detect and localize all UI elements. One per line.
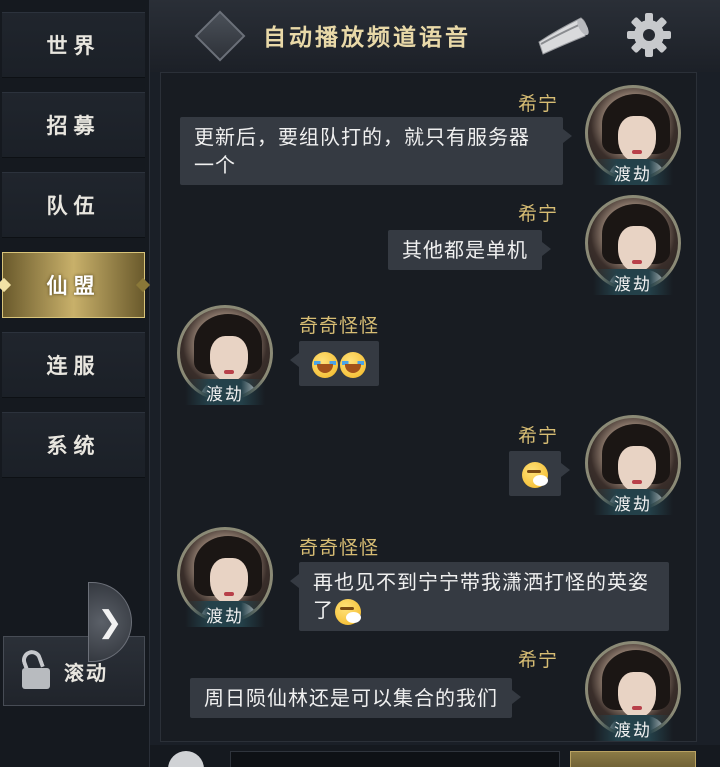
- chat-input[interactable]: [230, 751, 560, 767]
- voice-input-button[interactable]: [168, 751, 204, 767]
- scroll-lock-button[interactable]: 滚动: [3, 636, 145, 706]
- crying-emoji-icon: [340, 351, 366, 378]
- sender-name: 希宁: [518, 93, 559, 115]
- sender-name: 奇奇怪怪: [299, 315, 380, 337]
- channel-sidebar: 世界 招募 队伍 仙盟 连服 系统 滚动 ❯: [0, 0, 151, 767]
- avatar[interactable]: 渡劫: [173, 525, 277, 629]
- tab-team[interactable]: 队伍: [2, 172, 145, 238]
- avatar[interactable]: 渡劫: [581, 639, 685, 741]
- sender-name: 奇奇怪怪: [299, 537, 380, 559]
- tab-alliance[interactable]: 仙盟: [0, 252, 151, 318]
- tab-cross-server[interactable]: 连服: [2, 332, 145, 398]
- tab-world-label: 世界: [46, 34, 101, 58]
- sneezing-emoji-icon: [335, 598, 361, 625]
- realm-tag: 渡劫: [593, 269, 673, 295]
- tab-recruit-label: 招募: [46, 114, 101, 138]
- tab-alliance-label: 仙盟: [46, 274, 101, 298]
- tab-team-label: 队伍: [46, 194, 101, 218]
- chat-header: 自动播放频道语音: [150, 0, 720, 72]
- active-marker-right: [135, 277, 151, 293]
- message-bubble[interactable]: 更新后，要组队打的，就只有服务器一个: [180, 117, 572, 185]
- tab-cross-server-label: 连服: [46, 354, 101, 378]
- sender-name: 希宁: [518, 649, 559, 671]
- chat-message-list[interactable]: 希宁 更新后，要组队打的，就只有服务器一个 渡劫 希宁 其他都是单机 渡劫 渡劫…: [160, 72, 697, 742]
- avatar[interactable]: 渡劫: [173, 303, 277, 407]
- avatar[interactable]: 渡劫: [581, 413, 685, 517]
- message-bubble[interactable]: 再也见不到宁宁带我潇洒打怪的英姿了: [290, 562, 669, 631]
- active-marker-left: [0, 277, 12, 293]
- tab-world[interactable]: 世界: [2, 12, 145, 78]
- unlock-icon: [19, 647, 52, 689]
- voice-toggle-diamond[interactable]: [194, 10, 246, 62]
- message-bubble[interactable]: 周日陨仙林还是可以集合的我们: [190, 678, 521, 718]
- realm-tag: 渡劫: [185, 379, 265, 405]
- tab-recruit[interactable]: 招募: [2, 92, 145, 158]
- message-bubble[interactable]: [290, 341, 379, 386]
- sender-name: 希宁: [518, 425, 559, 447]
- send-button[interactable]: [570, 751, 696, 767]
- message-bubble[interactable]: 其他都是单机: [388, 230, 551, 270]
- gear-icon[interactable]: [626, 12, 672, 58]
- chat-input-bar: [150, 745, 720, 767]
- realm-tag: 渡劫: [593, 489, 673, 515]
- tab-system[interactable]: 系统: [2, 412, 145, 478]
- crying-emoji-icon: [312, 351, 338, 378]
- message-bubble[interactable]: [509, 451, 570, 496]
- realm-tag: 渡劫: [593, 159, 673, 185]
- sender-name: 希宁: [518, 203, 559, 225]
- tab-system-label: 系统: [46, 434, 101, 458]
- horn-icon[interactable]: [535, 14, 591, 58]
- realm-tag: 渡劫: [185, 601, 265, 627]
- auto-play-voice-label: 自动播放频道语音: [263, 25, 471, 51]
- chevron-right-icon: ❯: [97, 604, 123, 640]
- realm-tag: 渡劫: [593, 715, 673, 741]
- avatar[interactable]: 渡劫: [581, 83, 685, 187]
- message-text: 再也见不到宁宁带我潇洒打怪的英姿了: [313, 570, 649, 622]
- sneezing-emoji-icon: [522, 461, 548, 488]
- avatar[interactable]: 渡劫: [581, 193, 685, 297]
